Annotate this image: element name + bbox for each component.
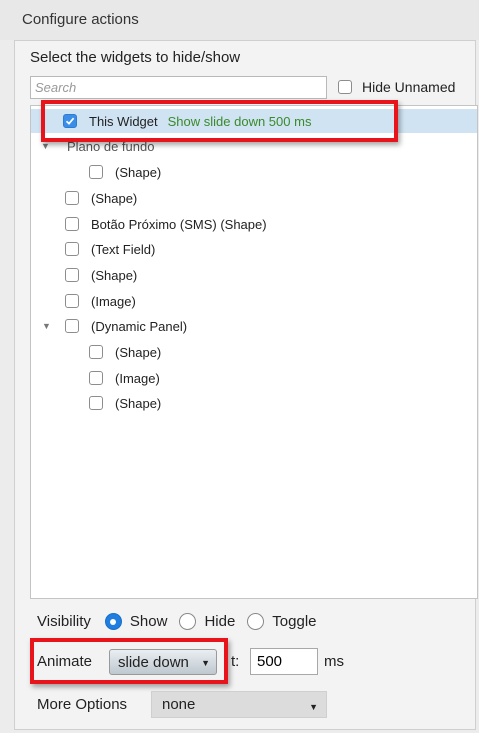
expand-triangle-icon[interactable]: ▼ (41, 141, 50, 151)
row-label: (Dynamic Panel) (91, 318, 188, 334)
row-label: (Image) (115, 370, 160, 386)
row-checkbox[interactable] (89, 345, 103, 359)
visibility-row: Visibility Show Hide Toggle (37, 613, 329, 630)
dialog-header: Configure actions (0, 0, 479, 40)
hide-radio[interactable] (179, 613, 197, 630)
toggle-label: Toggle (272, 613, 317, 630)
tree-row[interactable]: (Shape) (31, 340, 477, 364)
visibility-label: Visibility (37, 613, 91, 630)
row-checkbox[interactable] (89, 396, 103, 410)
more-options-label: More Options (37, 696, 128, 713)
row-label: (Image) (91, 293, 136, 309)
row-checkbox[interactable] (65, 217, 79, 231)
row-checkbox[interactable] (65, 294, 79, 308)
tree-row[interactable]: (Shape) (31, 160, 477, 184)
section-label: Select the widgets to hide/show (30, 49, 241, 66)
tree-row[interactable]: (Shape) (31, 186, 477, 210)
dialog-title: Configure actions (22, 11, 139, 28)
highlight-box-widget (41, 100, 398, 142)
tree-row-dynamic-panel[interactable]: ▼ (Dynamic Panel) (31, 314, 477, 338)
tree-row[interactable]: (Image) (31, 289, 477, 313)
visibility-option-toggle[interactable]: Toggle (247, 613, 317, 630)
hide-unnamed-label: Hide Unnamed (362, 79, 456, 95)
visibility-option-hide[interactable]: Hide (179, 613, 235, 630)
duration-label: t: (231, 653, 240, 670)
caret-down-icon: ▼ (309, 702, 318, 712)
row-label: (Shape) (91, 267, 138, 283)
highlight-box-animate (30, 638, 228, 684)
row-label: (Shape) (115, 344, 162, 360)
tree-row[interactable]: (Shape) (31, 391, 477, 415)
row-checkbox[interactable] (65, 268, 79, 282)
duration-unit: ms (324, 653, 344, 670)
visibility-option-show[interactable]: Show (104, 613, 168, 630)
expand-triangle-icon[interactable]: ▼ (42, 321, 51, 331)
tree-row[interactable]: Botão Próximo (SMS) (Shape) (31, 212, 477, 236)
show-radio[interactable] (104, 613, 122, 630)
hide-unnamed-toggle[interactable]: Hide Unnamed (338, 79, 455, 95)
search-input[interactable] (30, 76, 327, 99)
row-label: (Shape) (115, 395, 162, 411)
row-label: Botão Próximo (SMS) (Shape) (91, 216, 267, 232)
row-label: (Shape) (91, 190, 138, 206)
show-label: Show (129, 613, 168, 630)
hide-unnamed-checkbox[interactable] (338, 80, 352, 94)
row-checkbox[interactable] (65, 319, 79, 333)
tree-row[interactable]: (Image) (31, 366, 477, 390)
more-options-select[interactable]: none ▼ (151, 691, 327, 718)
row-label: (Text Field) (91, 241, 156, 257)
row-label: (Shape) (115, 164, 162, 180)
tree-row[interactable]: (Shape) (31, 263, 477, 287)
tree-row[interactable]: (Text Field) (31, 237, 477, 261)
more-options-value: none (162, 696, 196, 713)
row-checkbox[interactable] (65, 242, 79, 256)
duration-input[interactable] (250, 648, 318, 675)
hide-label: Hide (204, 613, 236, 630)
row-checkbox[interactable] (65, 191, 79, 205)
toggle-radio[interactable] (247, 613, 265, 630)
row-checkbox[interactable] (89, 371, 103, 385)
widget-tree[interactable]: This Widget Show slide down 500 ms ▼ Pla… (30, 105, 478, 599)
row-checkbox[interactable] (89, 165, 103, 179)
